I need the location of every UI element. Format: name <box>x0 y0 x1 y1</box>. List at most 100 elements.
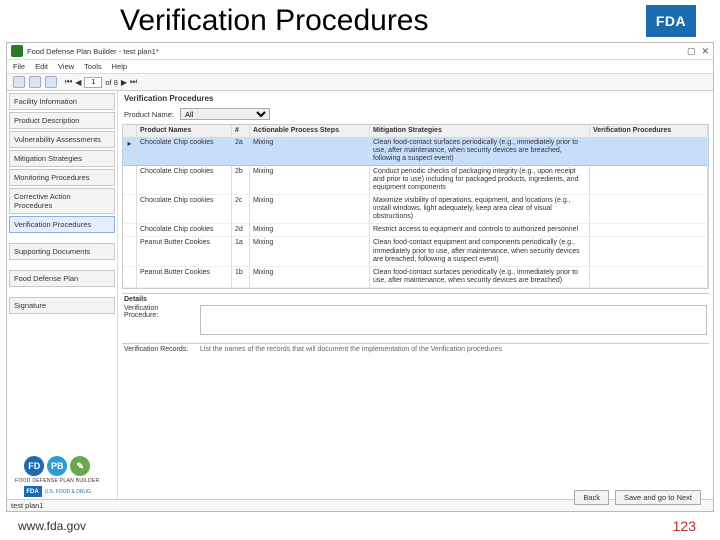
col-number[interactable]: # <box>232 125 250 137</box>
cell-step: Mixing <box>250 224 370 237</box>
cell-product: Chocolate Chip cookies <box>137 195 232 224</box>
cell-mitigation: Clean food-contact surfaces periodically… <box>370 137 590 166</box>
nav-prev-icon[interactable]: ◀ <box>75 78 81 87</box>
toolbar-icon-2[interactable] <box>29 76 41 88</box>
cell-product: Peanut Butter Cookies <box>137 237 232 266</box>
cell-step: Mixing <box>250 137 370 166</box>
cell-number: 2d <box>232 224 250 237</box>
menu-edit[interactable]: Edit <box>35 62 48 71</box>
col-verification[interactable]: Verification Procedures <box>590 125 708 137</box>
menu-tools[interactable]: Tools <box>84 62 102 71</box>
cell-number: 2c <box>232 195 250 224</box>
col-steps[interactable]: Actionable Process Steps <box>250 125 370 137</box>
cell-step: Mixing <box>250 237 370 266</box>
logo-strip-text: FOOD DEFENSE PLAN BUILDER <box>15 478 99 484</box>
table-row[interactable]: Chocolate Chip cookies2bMixingConduct pe… <box>123 166 708 195</box>
status-tab[interactable]: test plan1 <box>11 501 44 510</box>
sidebar-item-supporting[interactable]: Supporting Documents <box>9 243 115 260</box>
cell-verification <box>590 137 708 166</box>
row-arrow-icon <box>123 166 137 195</box>
section-title: Verification Procedures <box>118 91 713 106</box>
cell-verification <box>590 166 708 195</box>
menu-file[interactable]: File <box>13 62 25 71</box>
menu-help[interactable]: Help <box>112 62 127 71</box>
logo-pb-icon: PB <box>47 456 67 476</box>
table-row[interactable]: ▸Chocolate Chip cookies2aMixingClean foo… <box>123 137 708 166</box>
cell-mitigation: Restrict access to equipment and control… <box>370 224 590 237</box>
col-mitigation[interactable]: Mitigation Strategies <box>370 125 590 137</box>
row-arrow-icon: ▸ <box>123 137 137 166</box>
sidebar: Facility Information Product Description… <box>7 91 117 499</box>
menubar: File Edit View Tools Help <box>7 60 713 74</box>
page-of-label: of 8 <box>105 78 118 87</box>
toolbar-icon-3[interactable] <box>45 76 57 88</box>
back-button[interactable]: Back <box>574 490 609 505</box>
sidebar-item-signature[interactable]: Signature <box>9 297 115 314</box>
cell-product: Chocolate Chip cookies <box>137 137 232 166</box>
nav-last-icon[interactable]: ⏭ <box>130 77 137 87</box>
footer-url: www.fda.gov <box>18 519 86 533</box>
main-panel: Verification Procedures Product Name: Al… <box>117 91 713 499</box>
logo-wrench-icon: ✎ <box>70 456 90 476</box>
sidebar-item-mitigation[interactable]: Mitigation Strategies <box>9 150 115 167</box>
cell-mitigation: Maximize visibility of operations, equip… <box>370 195 590 224</box>
verification-records-label: Verification Records: <box>124 346 194 353</box>
cell-product: Chocolate Chip cookies <box>137 166 232 195</box>
sidebar-item-vulnerability[interactable]: Vulnerability Assessments <box>9 131 115 148</box>
product-filter-select[interactable]: All <box>180 108 270 120</box>
table-row[interactable]: Chocolate Chip cookies2dMixingRestrict a… <box>123 224 708 237</box>
toolbar: ⏮ ◀ of 8 ▶ ⏭ <box>7 74 713 91</box>
sidebar-item-monitoring[interactable]: Monitoring Procedures <box>9 169 115 186</box>
row-arrow-icon <box>123 267 137 288</box>
verification-records-hint: List the names of the records that will … <box>200 346 707 353</box>
cell-verification <box>590 224 708 237</box>
titlebar: Food Defense Plan Builder - test plan1* … <box>7 43 713 60</box>
table-row[interactable]: Peanut Butter Cookies1aMixingClean food-… <box>123 237 708 266</box>
cell-step: Mixing <box>250 195 370 224</box>
row-arrow-icon <box>123 237 137 266</box>
sidebar-item-product[interactable]: Product Description <box>9 112 115 129</box>
menu-view[interactable]: View <box>58 62 74 71</box>
cell-verification <box>590 267 708 288</box>
col-product[interactable]: Product Names <box>137 125 232 137</box>
verification-procedure-input[interactable] <box>200 305 707 335</box>
cell-number: 2b <box>232 166 250 195</box>
slide-title: Verification Procedures <box>120 4 429 38</box>
cell-number: 1b <box>232 267 250 288</box>
details-panel: Details Verification Procedure: <box>122 293 709 337</box>
logo-strip: FD PB ✎ FOOD DEFENSE PLAN BUILDER FDA U.… <box>15 456 99 497</box>
maximize-button[interactable]: ▢ <box>687 46 696 57</box>
row-arrow-icon <box>123 224 137 237</box>
data-grid: Product Names # Actionable Process Steps… <box>122 124 709 289</box>
nav-first-icon[interactable]: ⏮ <box>65 77 72 87</box>
cell-verification <box>590 237 708 266</box>
cell-mitigation: Clean food-contact equipment and compone… <box>370 237 590 266</box>
details-header: Details <box>124 296 707 303</box>
sidebar-item-facility[interactable]: Facility Information <box>9 93 115 110</box>
logo-fd-icon: FD <box>24 456 44 476</box>
cell-number: 1a <box>232 237 250 266</box>
sidebar-item-corrective[interactable]: Corrective Action Procedures <box>9 188 115 214</box>
app-window: Food Defense Plan Builder - test plan1* … <box>6 42 714 512</box>
nav-next-icon[interactable]: ▶ <box>121 78 127 87</box>
verification-procedure-label: Verification Procedure: <box>124 305 194 319</box>
save-next-button[interactable]: Save and go to Next <box>615 490 701 505</box>
toolbar-icon-1[interactable] <box>13 76 25 88</box>
page-number: 123 <box>673 518 696 534</box>
row-arrow-icon <box>123 195 137 224</box>
table-row[interactable]: Chocolate Chip cookies2cMixingMaximize v… <box>123 195 708 224</box>
cell-product: Peanut Butter Cookies <box>137 267 232 288</box>
records-panel: Verification Records: List the names of … <box>122 343 709 355</box>
app-icon <box>11 45 23 57</box>
close-button[interactable]: ✕ <box>701 46 709 57</box>
col-arrow <box>123 125 137 137</box>
sidebar-item-plan[interactable]: Food Defense Plan <box>9 270 115 287</box>
cell-step: Mixing <box>250 166 370 195</box>
fda-small-text: U.S. FOOD & DRUG <box>45 489 91 495</box>
grid-header: Product Names # Actionable Process Steps… <box>123 125 708 137</box>
table-row[interactable]: Peanut Butter Cookies1bMixingClean food-… <box>123 267 708 288</box>
fda-small-badge: FDA <box>24 486 42 497</box>
filter-label: Product Name: <box>124 110 174 119</box>
page-input[interactable] <box>84 77 102 88</box>
sidebar-item-verification[interactable]: Verification Procedures <box>9 216 115 233</box>
